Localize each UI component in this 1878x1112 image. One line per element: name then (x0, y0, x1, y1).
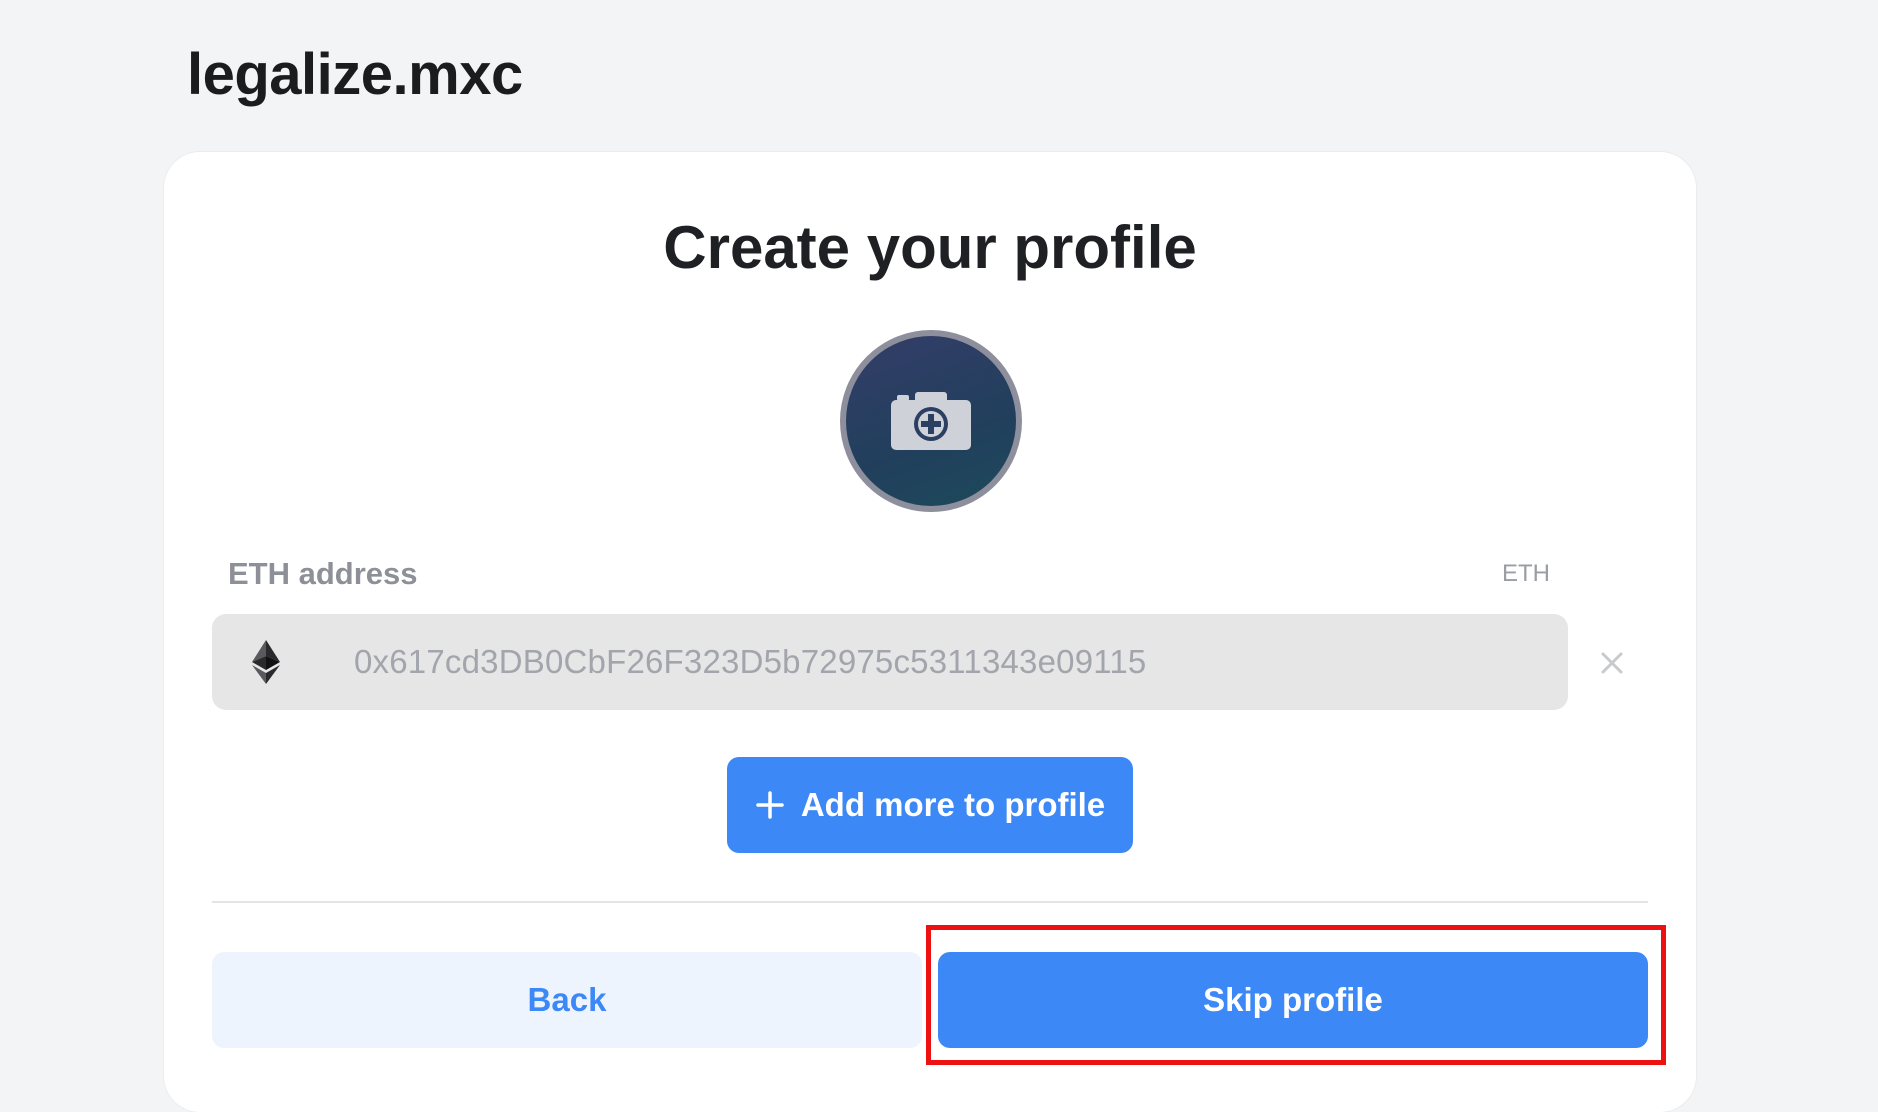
add-more-to-profile-button[interactable]: Add more to profile (727, 757, 1133, 853)
clear-address-button[interactable] (1596, 647, 1628, 679)
ethereum-icon (252, 640, 280, 684)
profile-card: Create your profile ETH address ETH 0x61… (164, 152, 1696, 1112)
plus-icon (756, 791, 784, 819)
eth-address-field[interactable]: 0x617cd3DB0CbF26F323D5b72975c5311343e091… (212, 614, 1568, 710)
add-more-label: Add more to profile (800, 786, 1106, 823)
skip-profile-button[interactable]: Skip profile (938, 952, 1648, 1048)
eth-currency-tag: ETH (1502, 560, 1550, 587)
site-title: legalize.mxc (187, 42, 523, 107)
avatar-upload-button[interactable] (840, 330, 1022, 512)
eth-address-label: ETH address (228, 556, 418, 591)
page-title: Create your profile (663, 214, 1197, 281)
back-button[interactable]: Back (212, 952, 922, 1048)
divider (212, 901, 1648, 903)
eth-address-value: 0x617cd3DB0CbF26F323D5b72975c5311343e091… (354, 643, 1147, 680)
close-icon (1601, 652, 1623, 674)
camera-plus-icon (891, 392, 971, 450)
